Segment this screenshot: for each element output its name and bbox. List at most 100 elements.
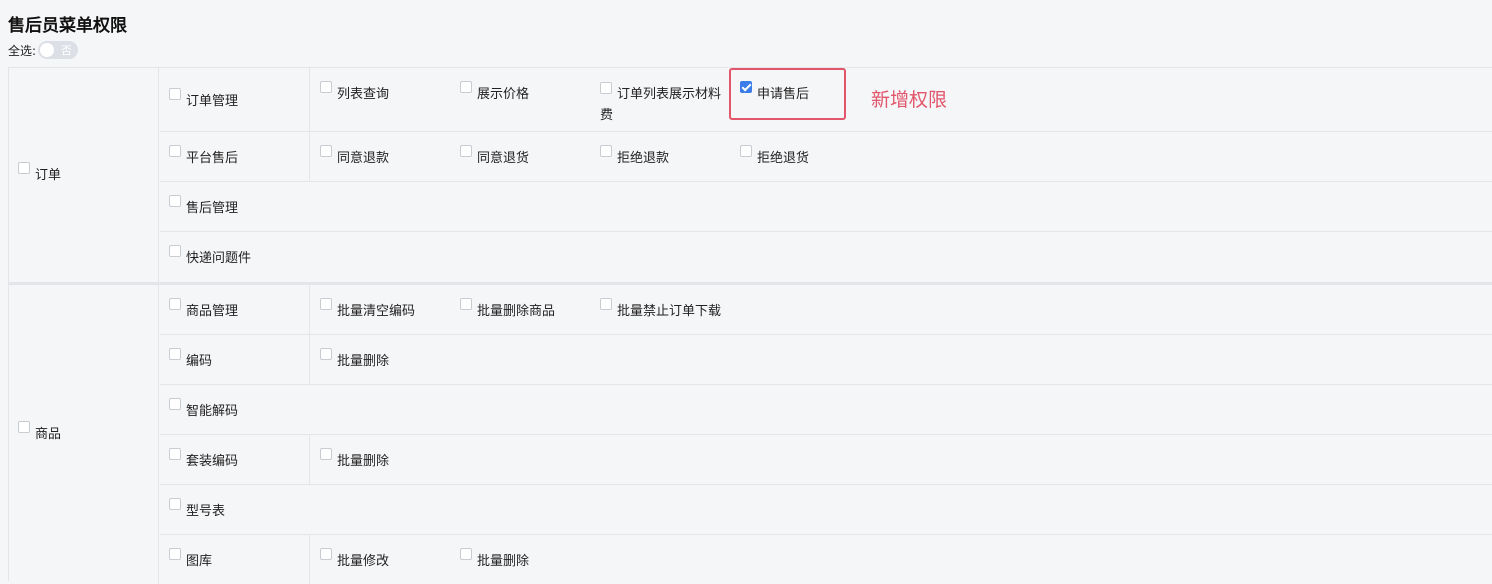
group-order-label: 订单 — [35, 167, 62, 183]
perm-agree-return[interactable]: 同意退货 — [460, 145, 530, 169]
perm-label: 列表查询 — [337, 87, 390, 102]
checkbox[interactable] — [320, 548, 332, 560]
menu-cell: 图库 — [160, 535, 310, 584]
menu-label: 图库 — [186, 554, 213, 569]
checkbox[interactable] — [740, 145, 752, 157]
menu-gallery[interactable]: 图库 — [169, 548, 213, 572]
menu-label: 快递问题件 — [186, 251, 252, 266]
menu-label: 智能解码 — [186, 404, 239, 419]
checkbox[interactable] — [18, 420, 30, 433]
checkbox[interactable] — [320, 348, 332, 360]
checkbox[interactable] — [460, 548, 472, 560]
perm-batch-delete[interactable]: 批量删除 — [320, 348, 390, 372]
perm-batch-forbid-download[interactable]: 批量禁止订单下载 — [600, 298, 722, 322]
menu-label: 商品管理 — [186, 304, 239, 319]
perm-label: 批量清空编码 — [337, 304, 416, 319]
perm-label: 批量禁止订单下载 — [617, 304, 722, 319]
perm-batch-modify[interactable]: 批量修改 — [320, 548, 390, 572]
menu-express-issues[interactable]: 快递问题件 — [169, 245, 252, 269]
menu-label: 型号表 — [186, 504, 226, 519]
perm-reject-return[interactable]: 拒绝退货 — [740, 145, 810, 169]
perm-label: 批量删除 — [337, 354, 390, 369]
menu-set-code[interactable]: 套装编码 — [169, 448, 239, 472]
checkbox[interactable] — [600, 82, 612, 94]
checkbox[interactable] — [169, 348, 181, 360]
menu-cell: 快递问题件 — [160, 232, 310, 282]
menu-label: 套装编码 — [186, 454, 239, 469]
menu-model-table[interactable]: 型号表 — [169, 498, 226, 522]
checkbox[interactable] — [169, 88, 181, 100]
checkbox[interactable] — [320, 298, 332, 310]
checkbox[interactable] — [460, 81, 472, 93]
menu-cell: 智能解码 — [160, 385, 310, 434]
menu-cell: 编码 — [160, 335, 310, 384]
select-all: 全选: 否 — [8, 41, 79, 59]
checkbox[interactable] — [320, 81, 332, 93]
checkbox[interactable] — [320, 448, 332, 460]
perm-batch-delete-goods[interactable]: 批量删除商品 — [460, 298, 556, 322]
group-order-checkbox-item[interactable]: 订单 — [18, 161, 62, 186]
new-permission-annotation: 新增权限 — [871, 89, 948, 111]
perm-batch-delete[interactable]: 批量删除 — [460, 548, 530, 572]
perm-label: 同意退货 — [477, 151, 530, 166]
row-express-issues: 快递问题件 — [160, 232, 1492, 282]
checkbox[interactable] — [320, 145, 332, 157]
new-permission-highlight-box — [729, 68, 846, 120]
perm-label: 批量删除 — [477, 554, 530, 569]
menu-platform-after-sale[interactable]: 平台售后 — [169, 145, 239, 169]
row-code: 编码 批量删除 — [160, 335, 1492, 385]
group-goods: 商品 商品管理 批量清空编码 批量删除商品 批量禁止订单下载 编码 批量删除 智… — [9, 282, 1492, 584]
perm-batch-clear-code[interactable]: 批量清空编码 — [320, 298, 416, 322]
checkbox[interactable] — [600, 298, 612, 310]
perm-label: 拒绝退款 — [617, 151, 670, 166]
perm-reject-refund[interactable]: 拒绝退款 — [600, 145, 670, 169]
checkbox[interactable] — [169, 245, 181, 257]
menu-smart-decode[interactable]: 智能解码 — [169, 398, 239, 422]
menu-order-mgmt[interactable]: 订单管理 — [169, 88, 238, 112]
toggle-knob — [40, 43, 55, 57]
checkbox[interactable] — [460, 298, 472, 310]
checkbox[interactable] — [169, 548, 181, 560]
page-title: 售后员菜单权限 — [8, 16, 127, 36]
row-platform-after-sale: 平台售后 同意退款 同意退货 拒绝退款 拒绝退货 — [160, 132, 1492, 182]
select-all-label: 全选: — [8, 43, 37, 58]
menu-label: 平台售后 — [186, 151, 239, 166]
menu-after-sale-mgmt[interactable]: 售后管理 — [169, 195, 238, 219]
menu-code[interactable]: 编码 — [169, 348, 213, 372]
menu-cell: 商品管理 — [160, 285, 310, 334]
row-set-code: 套装编码 批量删除 — [160, 435, 1492, 485]
row-after-sale-mgmt: 售后管理 — [160, 182, 1492, 232]
perm-batch-delete[interactable]: 批量删除 — [320, 448, 389, 472]
perm-label: 批量修改 — [337, 554, 390, 569]
menu-cell: 平台售后 — [160, 132, 310, 181]
group-order-cell: 订单 — [9, 68, 159, 283]
perm-label: 拒绝退货 — [757, 151, 810, 166]
menu-label: 编码 — [186, 354, 213, 369]
checkbox[interactable] — [169, 145, 181, 157]
checkbox[interactable] — [169, 398, 181, 410]
checkbox[interactable] — [169, 195, 181, 207]
perm-list-query[interactable]: 列表查询 — [320, 81, 390, 105]
row-goods-mgmt: 商品管理 批量清空编码 批量删除商品 批量禁止订单下载 — [160, 285, 1492, 335]
perm-material-fee[interactable]: 订单列表展示材料费 — [600, 82, 732, 126]
checkbox[interactable] — [600, 145, 612, 157]
perm-label: 同意退款 — [337, 151, 390, 166]
checkbox[interactable] — [18, 161, 30, 174]
perm-show-price[interactable]: 展示价格 — [460, 81, 530, 105]
row-model-table: 型号表 — [160, 485, 1492, 535]
perm-label: 批量删除商品 — [477, 304, 556, 319]
checkbox[interactable] — [169, 448, 181, 460]
select-all-toggle[interactable]: 否 — [38, 41, 79, 59]
group-goods-checkbox-item[interactable]: 商品 — [18, 420, 62, 445]
toggle-text: 否 — [61, 44, 73, 57]
checkbox[interactable] — [169, 298, 181, 310]
checkbox[interactable] — [169, 498, 181, 510]
checkbox[interactable] — [460, 145, 472, 157]
perm-label: 订单列表展示材料费 — [600, 87, 722, 123]
menu-cell: 套装编码 — [160, 435, 310, 484]
perm-label: 展示价格 — [477, 87, 530, 102]
row-gallery: 图库 批量修改 批量删除 — [160, 535, 1492, 584]
perm-agree-refund[interactable]: 同意退款 — [320, 145, 390, 169]
group-goods-label: 商品 — [35, 426, 62, 442]
menu-goods-mgmt[interactable]: 商品管理 — [169, 298, 239, 322]
